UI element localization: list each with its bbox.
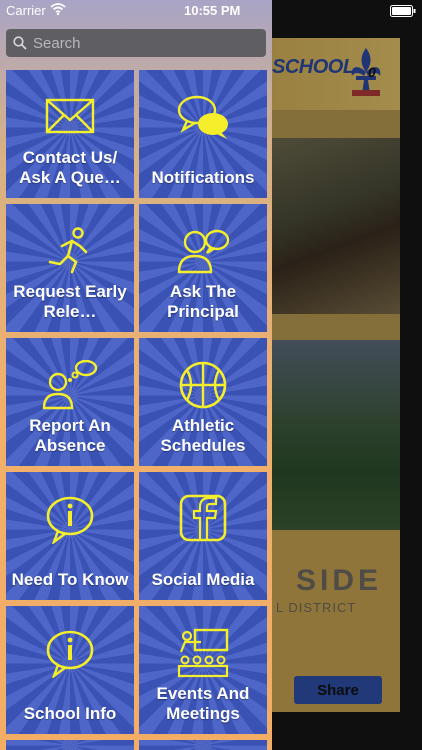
menu-grid: Contact Us/ Ask A Que… Notifications Req… — [6, 70, 268, 750]
menu-tile-label: Ask The Principal — [167, 282, 239, 321]
side-drawer-menu: Contact Us/ Ask A Que… Notifications Req… — [0, 0, 272, 750]
background-logo-text: SIDE — [296, 564, 383, 597]
menu-tile-contact-us[interactable]: Contact Us/ Ask A Que… — [6, 70, 134, 198]
background-district-text: L DISTRICT — [276, 600, 357, 615]
menu-tile-partial[interactable] — [6, 740, 134, 750]
menu-tile-label: Contact Us/ Ask A Que… — [19, 148, 121, 187]
carrier-label: Carrier — [6, 3, 46, 18]
menu-tile-athletic-schedules[interactable]: Athletic Schedules — [139, 338, 267, 466]
background-header: SCHOOL 0 — [272, 38, 400, 110]
wifi-icon — [50, 3, 66, 16]
background-app: SCHOOL 0 SIDE L DISTRICT Share — [272, 0, 422, 750]
search-bar[interactable] — [6, 29, 266, 57]
menu-tile-school-info[interactable]: School Info — [6, 606, 134, 734]
menu-tile-label: School Info — [23, 704, 117, 723]
background-logo-area: SIDE L DISTRICT Share — [272, 530, 400, 712]
running-person-icon — [48, 227, 88, 274]
menu-tile-label: Report An Absence — [29, 416, 111, 455]
background-strip — [272, 110, 400, 138]
menu-tile-report-an-absence[interactable]: Report An Absence — [6, 338, 134, 466]
person-speaking-icon — [177, 229, 230, 274]
menu-tile-request-early-release[interactable]: Request Early Rele… — [6, 204, 134, 332]
background-header-title: SCHOOL — [272, 56, 355, 78]
menu-tile-label: Social Media — [151, 570, 255, 589]
menu-tile-need-to-know[interactable]: Need To Know — [6, 472, 134, 600]
status-bar: Carrier 10:55 PM — [0, 0, 422, 22]
menu-tile-ask-the-principal[interactable]: Ask The Principal — [139, 204, 267, 332]
menu-tile-label: Events And Meetings — [156, 684, 250, 723]
fleur-de-lis-logo — [351, 48, 381, 96]
person-thought-icon — [42, 360, 98, 410]
background-header-counter: 0 — [368, 64, 376, 80]
background-photo-students[interactable] — [272, 340, 400, 530]
basketball-icon — [179, 361, 227, 409]
search-input[interactable] — [31, 33, 255, 53]
background-photo-mascot[interactable] — [272, 138, 400, 314]
share-button[interactable]: Share — [294, 676, 382, 704]
menu-tile-social-media[interactable]: Social Media — [139, 472, 267, 600]
presentation-icon — [177, 628, 229, 678]
info-bubble-icon — [46, 496, 94, 544]
menu-tile-events-and-meetings[interactable]: Events And Meetings — [139, 606, 267, 734]
battery-icon — [390, 5, 416, 17]
menu-tile-label: Notifications — [151, 168, 255, 187]
background-strip — [272, 314, 400, 340]
menu-tile-notifications[interactable]: Notifications — [139, 70, 267, 198]
menu-tile-label: Need To Know — [11, 570, 129, 589]
facebook-icon — [179, 494, 227, 542]
menu-tile-label: Request Early Rele… — [13, 282, 127, 321]
envelope-icon — [45, 98, 95, 134]
menu-tile-partial[interactable] — [139, 740, 267, 750]
info-bubble-icon — [46, 630, 94, 678]
search-icon — [13, 36, 27, 50]
menu-tile-label: Athletic Schedules — [160, 416, 246, 455]
speech-bubbles-icon — [177, 95, 228, 139]
clock-label: 10:55 PM — [184, 3, 241, 18]
